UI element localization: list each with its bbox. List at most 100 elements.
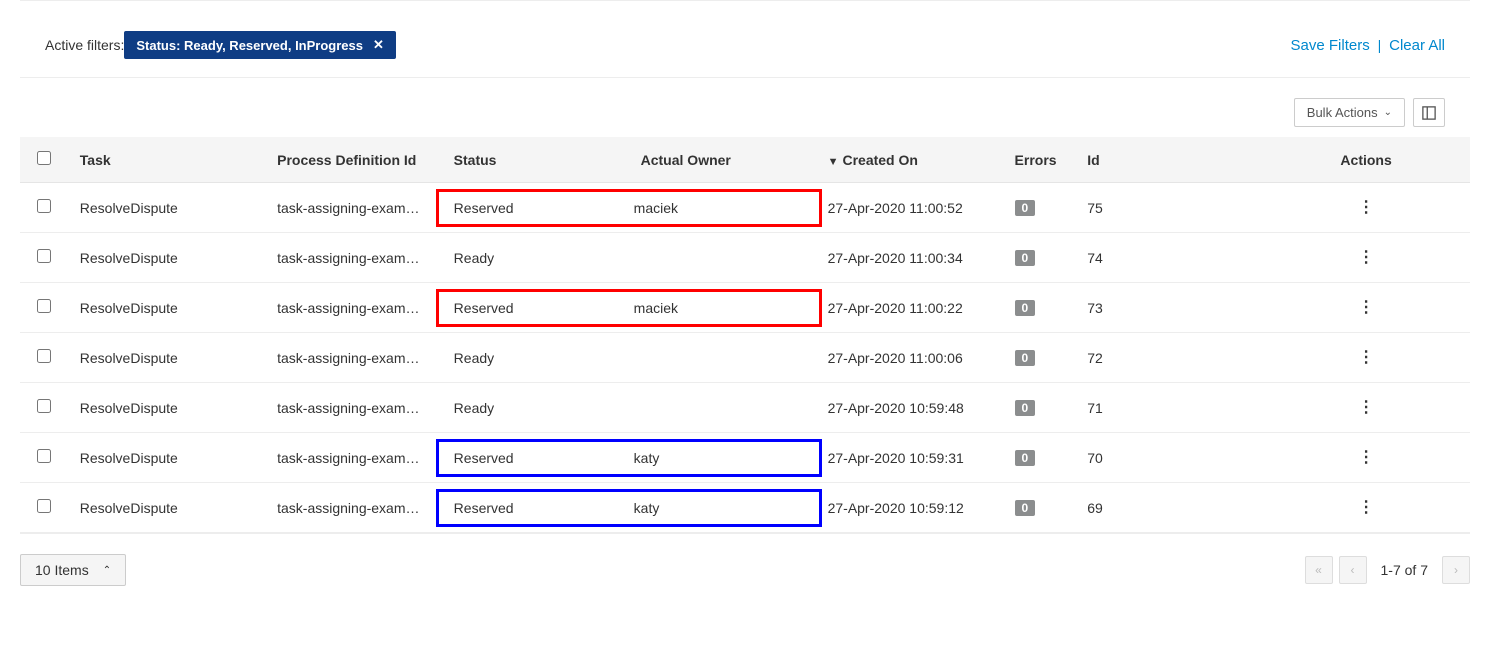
kebab-icon[interactable]	[1358, 450, 1374, 466]
error-badge[interactable]: 0	[1015, 250, 1036, 266]
page-size-select[interactable]: 10 Items ⌃	[20, 554, 126, 586]
column-header-actions: Actions	[1262, 137, 1470, 183]
cell-id: 75	[1075, 183, 1262, 233]
row-checkbox[interactable]	[37, 399, 51, 413]
filter-bar: Active filters: Status: Ready, Reserved,…	[20, 0, 1470, 78]
page-range: 1-7 of 7	[1381, 562, 1428, 578]
column-header-id[interactable]: Id	[1075, 137, 1262, 183]
error-badge[interactable]: 0	[1015, 500, 1036, 516]
active-filters-label: Active filters:	[45, 37, 124, 53]
cell-status: Ready	[442, 383, 629, 433]
filter-chip-status[interactable]: Status: Ready, Reserved, InProgress ✕	[124, 31, 396, 59]
cell-created: 27-Apr-2020 10:59:31	[816, 433, 1003, 483]
row-checkbox[interactable]	[37, 499, 51, 513]
column-header-task[interactable]: Task	[68, 137, 265, 183]
columns-icon	[1422, 106, 1436, 120]
cell-owner	[629, 333, 816, 383]
error-badge[interactable]: 0	[1015, 350, 1036, 366]
cell-errors: 0	[1003, 383, 1076, 433]
column-header-created-label: Created On	[842, 152, 917, 168]
cell-actions	[1262, 183, 1470, 233]
cell-task: ResolveDispute	[68, 383, 265, 433]
row-checkbox[interactable]	[37, 199, 51, 213]
cell-status: Ready	[442, 233, 629, 283]
error-badge[interactable]: 0	[1015, 300, 1036, 316]
error-badge[interactable]: 0	[1015, 400, 1036, 416]
cell-owner: maciek	[622, 300, 802, 316]
cell-status: Reserved	[442, 200, 622, 216]
cell-task: ResolveDispute	[68, 483, 265, 534]
cell-id: 72	[1075, 333, 1262, 383]
cell-status: Ready	[442, 333, 629, 383]
cell-errors: 0	[1003, 233, 1076, 283]
save-filters-link[interactable]: Save Filters	[1291, 37, 1370, 54]
table-row: ResolveDisputetask-assigning-exam…Ready2…	[20, 233, 1470, 283]
row-checkbox[interactable]	[37, 249, 51, 263]
column-settings-button[interactable]	[1413, 98, 1445, 127]
kebab-icon[interactable]	[1358, 200, 1374, 216]
cell-owner: katy	[622, 500, 802, 516]
kebab-icon[interactable]	[1358, 250, 1374, 266]
highlight-box: Reservedkaty	[436, 439, 822, 477]
cell-owner	[629, 233, 816, 283]
bulk-actions-label: Bulk Actions	[1307, 105, 1378, 120]
cell-errors: 0	[1003, 333, 1076, 383]
row-checkbox[interactable]	[37, 449, 51, 463]
cell-created: 27-Apr-2020 11:00:34	[816, 233, 1003, 283]
next-page-button[interactable]: ›	[1442, 556, 1470, 584]
kebab-icon[interactable]	[1358, 400, 1374, 416]
highlight-box: Reservedkaty	[436, 489, 822, 527]
kebab-icon[interactable]	[1358, 300, 1374, 316]
clear-all-link[interactable]: Clear All	[1389, 37, 1445, 54]
chevron-down-icon: ⌄	[1384, 107, 1392, 118]
cell-status-owner: Reservedmaciek	[442, 283, 816, 333]
cell-created: 27-Apr-2020 10:59:12	[816, 483, 1003, 534]
row-checkbox[interactable]	[37, 299, 51, 313]
pagination: « ‹ 1-7 of 7 ›	[1305, 556, 1470, 584]
cell-id: 74	[1075, 233, 1262, 283]
table-row: ResolveDisputetask-assigning-exam…Ready2…	[20, 383, 1470, 433]
prev-page-button[interactable]: ‹	[1339, 556, 1367, 584]
cell-process: task-assigning-exam…	[265, 283, 442, 333]
kebab-icon[interactable]	[1358, 500, 1374, 516]
cell-owner: maciek	[622, 200, 802, 216]
bulk-actions-button[interactable]: Bulk Actions ⌄	[1294, 98, 1405, 127]
cell-actions	[1262, 433, 1470, 483]
select-all-header	[20, 137, 68, 183]
cell-process: task-assigning-exam…	[265, 383, 442, 433]
select-all-checkbox[interactable]	[37, 151, 51, 165]
cell-task: ResolveDispute	[68, 183, 265, 233]
close-icon[interactable]: ✕	[373, 37, 384, 53]
cell-status-owner: Reservedmaciek	[442, 183, 816, 233]
column-header-process[interactable]: Process Definition Id	[265, 137, 442, 183]
cell-created: 27-Apr-2020 11:00:22	[816, 283, 1003, 333]
filter-actions: Save Filters | Clear All	[1291, 37, 1445, 54]
cell-actions	[1262, 383, 1470, 433]
table-row: ResolveDisputetask-assigning-exam…Reserv…	[20, 433, 1470, 483]
column-header-errors[interactable]: Errors	[1003, 137, 1076, 183]
cell-status: Reserved	[442, 450, 622, 466]
cell-status: Reserved	[442, 300, 622, 316]
filter-chip-text: Status: Ready, Reserved, InProgress	[136, 38, 363, 53]
sort-desc-icon: ▼	[828, 156, 839, 168]
chevron-up-icon: ⌃	[103, 565, 111, 576]
highlight-box: Reservedmaciek	[436, 189, 822, 227]
cell-errors: 0	[1003, 433, 1076, 483]
error-badge[interactable]: 0	[1015, 200, 1036, 216]
column-header-created[interactable]: ▼Created On	[816, 137, 1003, 183]
cell-created: 27-Apr-2020 11:00:06	[816, 333, 1003, 383]
error-badge[interactable]: 0	[1015, 450, 1036, 466]
separator: |	[1378, 37, 1382, 53]
cell-actions	[1262, 483, 1470, 534]
table-row: ResolveDisputetask-assigning-exam…Reserv…	[20, 183, 1470, 233]
column-header-status[interactable]: Status	[442, 137, 629, 183]
cell-id: 70	[1075, 433, 1262, 483]
kebab-icon[interactable]	[1358, 350, 1374, 366]
cell-owner	[629, 383, 816, 433]
cell-created: 27-Apr-2020 11:00:52	[816, 183, 1003, 233]
row-checkbox[interactable]	[37, 349, 51, 363]
cell-task: ResolveDispute	[68, 333, 265, 383]
column-header-owner[interactable]: Actual Owner	[629, 137, 816, 183]
cell-process: task-assigning-exam…	[265, 333, 442, 383]
first-page-button[interactable]: «	[1305, 556, 1333, 584]
